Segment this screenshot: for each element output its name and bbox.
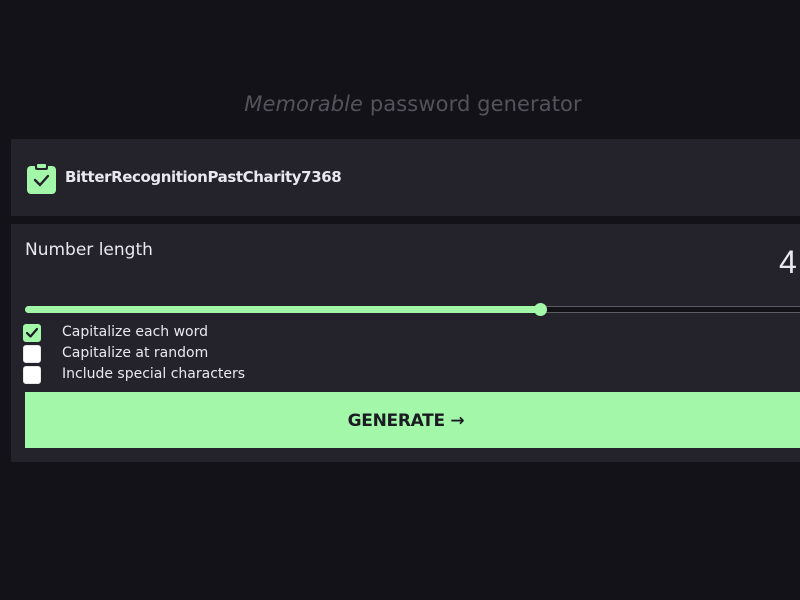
settings-panel: Number length 4 Capitalize each word Cap… [11, 224, 800, 462]
option-capitalize-each-word[interactable]: Capitalize each word [23, 324, 323, 342]
page-title: Memorable password generator [0, 92, 800, 116]
slider-thumb[interactable] [534, 303, 547, 316]
number-length-slider[interactable] [25, 303, 800, 316]
option-capitalize-at-random[interactable]: Capitalize at random [23, 345, 323, 363]
generate-button[interactable]: GENERATE → [25, 392, 800, 448]
slider-fill [25, 306, 540, 313]
page-title-rest: password generator [363, 92, 582, 116]
page-title-emphasis: Memorable [244, 92, 364, 116]
option-include-special-characters[interactable]: Include special characters [23, 366, 323, 384]
option-label: Capitalize at random [62, 345, 209, 361]
generated-password[interactable]: BitterRecognitionPastCharity7368 [65, 168, 342, 186]
generate-button-label: GENERATE → [347, 411, 465, 431]
checkbox-capitalize-at-random[interactable] [23, 345, 41, 363]
option-label: Include special characters [62, 366, 246, 382]
password-result-panel: BitterRecognitionPastCharity7368 [11, 139, 800, 216]
checkbox-capitalize-each-word[interactable] [23, 324, 41, 342]
number-length-label: Number length [25, 240, 153, 260]
option-label: Capitalize each word [62, 324, 209, 340]
checkbox-include-special-characters[interactable] [23, 366, 41, 384]
clipboard-check-icon[interactable] [26, 161, 57, 195]
number-length-value: 4 [779, 244, 797, 280]
